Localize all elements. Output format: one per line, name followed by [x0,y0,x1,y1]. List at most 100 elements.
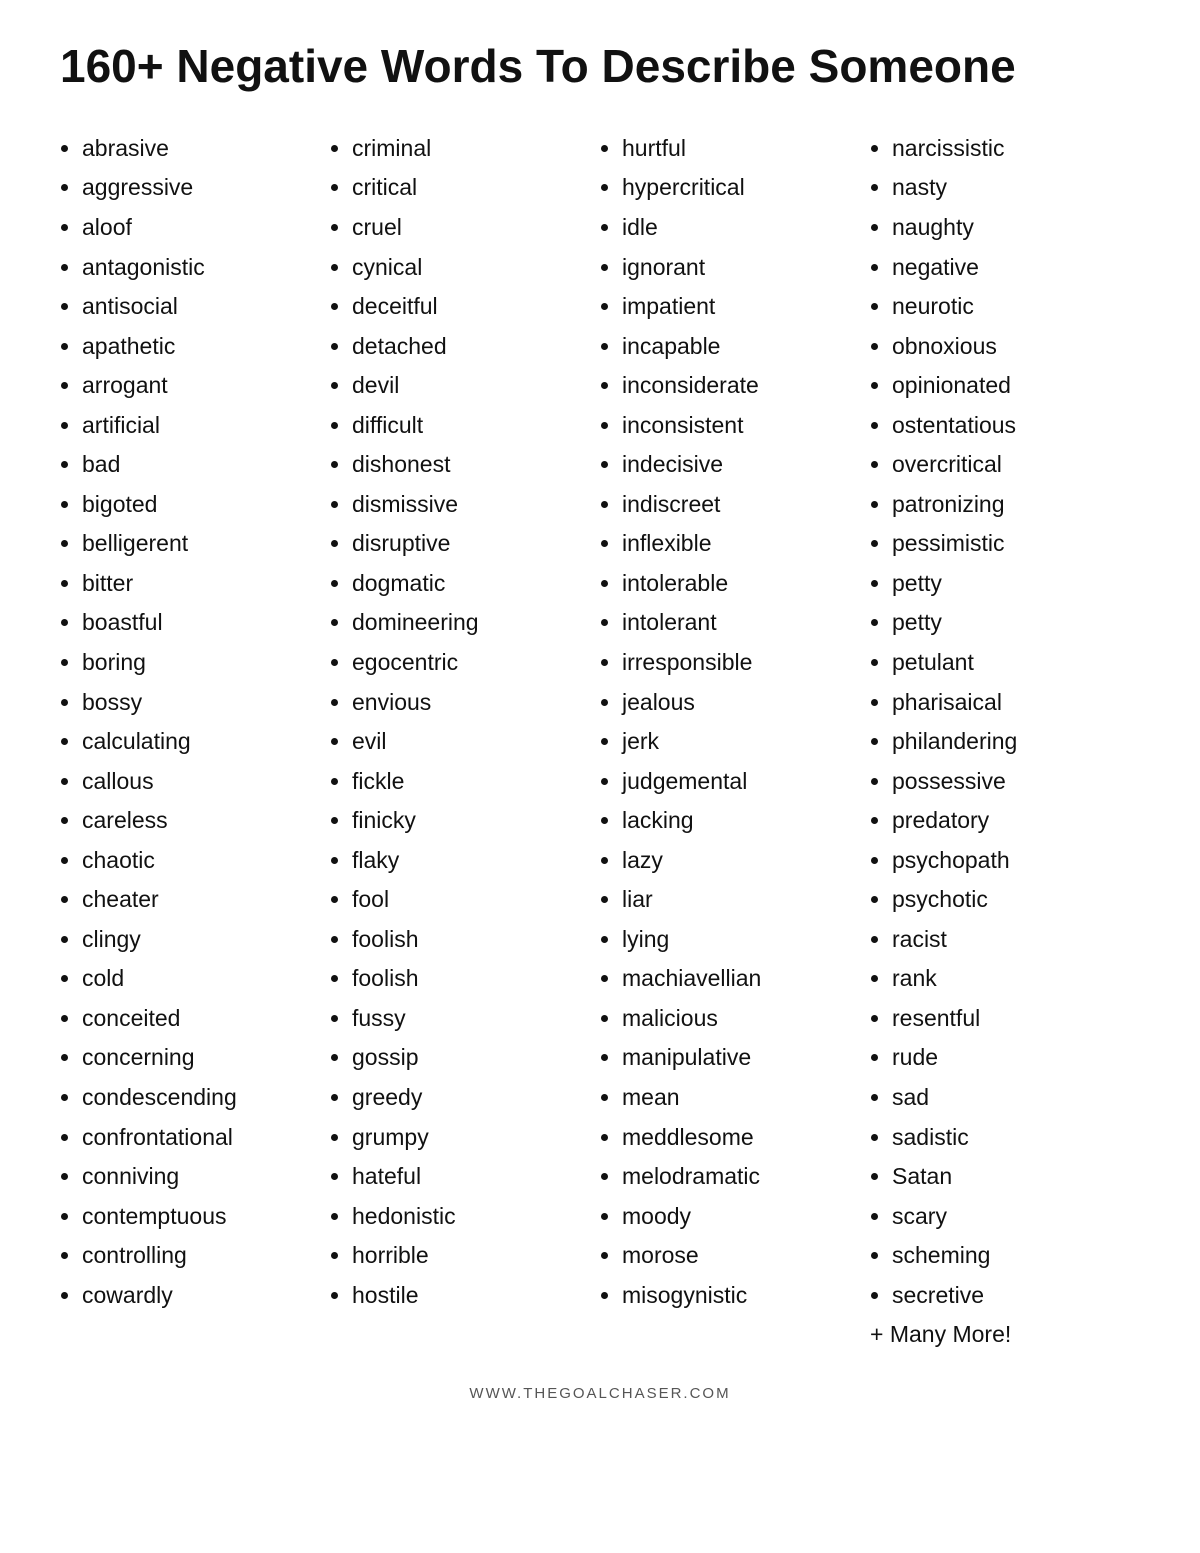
list-item: meddlesome [622,1118,860,1158]
list-item: abrasive [82,129,320,169]
list-item: pessimistic [892,524,1130,564]
column-2: criminalcriticalcruelcynicaldeceitfuldet… [330,129,600,1355]
list-item: flaky [352,841,590,881]
list-item: cynical [352,248,590,288]
list-item: inconsiderate [622,366,860,406]
list-item: condescending [82,1078,320,1118]
list-item: hostile [352,1276,590,1316]
list-item: greedy [352,1078,590,1118]
column-1: abrasiveaggressivealoofantagonisticantis… [60,129,330,1355]
list-item: finicky [352,801,590,841]
list-item: melodramatic [622,1157,860,1197]
list-item: egocentric [352,643,590,683]
list-item: clingy [82,920,320,960]
list-item: sad [892,1078,1130,1118]
list-item: psychotic [892,880,1130,920]
list-item: predatory [892,801,1130,841]
list-item: misogynistic [622,1276,860,1316]
list-item: callous [82,762,320,802]
list-item: negative [892,248,1130,288]
list-item: ostentatious [892,406,1130,446]
list-item: philandering [892,722,1130,762]
list-item: cheater [82,880,320,920]
list-item: scheming [892,1236,1130,1276]
list-item: possessive [892,762,1130,802]
list-item: psychopath [892,841,1130,881]
list-item: lacking [622,801,860,841]
list-item: liar [622,880,860,920]
list-item: malicious [622,999,860,1039]
list-item: neurotic [892,287,1130,327]
footer: WWW.THEGOALCHASER.COM [60,1385,1140,1402]
list-item: conniving [82,1157,320,1197]
list-item: bad [82,445,320,485]
list-item: ignorant [622,248,860,288]
list-item: obnoxious [892,327,1130,367]
column-3: hurtfulhypercriticalidleignorantimpatien… [600,129,870,1355]
list-item: racist [892,920,1130,960]
list-item: chaotic [82,841,320,881]
list-item: lazy [622,841,860,881]
list-item: judgemental [622,762,860,802]
list-item: aggressive [82,168,320,208]
list-item: devil [352,366,590,406]
list-item: bitter [82,564,320,604]
list-item: lying [622,920,860,960]
list-item: cowardly [82,1276,320,1316]
list-item: inconsistent [622,406,860,446]
list-item: opinionated [892,366,1130,406]
list-item: hurtful [622,129,860,169]
list-item: nasty [892,168,1130,208]
list-item: moody [622,1197,860,1237]
list-item: petulant [892,643,1130,683]
list-item: foolish [352,920,590,960]
list-item: intolerant [622,603,860,643]
list-item: incapable [622,327,860,367]
list-item: cruel [352,208,590,248]
page-title: 160+ Negative Words To Describe Someone [60,40,1140,93]
list-item: difficult [352,406,590,446]
list-item: grumpy [352,1118,590,1158]
list-item: concerning [82,1038,320,1078]
list-item: criminal [352,129,590,169]
list-item: indiscreet [622,485,860,525]
list-item: morose [622,1236,860,1276]
columns-container: abrasiveaggressivealoofantagonisticantis… [60,129,1140,1355]
plus-more-label: + Many More! [870,1315,1130,1355]
list-item: impatient [622,287,860,327]
list-item: petty [892,603,1130,643]
list-item: petty [892,564,1130,604]
list-item: dismissive [352,485,590,525]
list-item: jerk [622,722,860,762]
list-item: intolerable [622,564,860,604]
list-item: secretive [892,1276,1130,1316]
list-item: calculating [82,722,320,762]
list-item: arrogant [82,366,320,406]
list-item: confrontational [82,1118,320,1158]
list-item: foolish [352,959,590,999]
list-item: detached [352,327,590,367]
list-item: idle [622,208,860,248]
list-item: aloof [82,208,320,248]
list-item: careless [82,801,320,841]
list-item: scary [892,1197,1130,1237]
list-item: narcissistic [892,129,1130,169]
list-item: resentful [892,999,1130,1039]
list-item: horrible [352,1236,590,1276]
list-item: belligerent [82,524,320,564]
list-item: envious [352,683,590,723]
list-item: rank [892,959,1130,999]
list-item: evil [352,722,590,762]
list-item: boastful [82,603,320,643]
list-item: Satan [892,1157,1130,1197]
list-item: contemptuous [82,1197,320,1237]
list-item: domineering [352,603,590,643]
list-item: hedonistic [352,1197,590,1237]
list-item: controlling [82,1236,320,1276]
list-item: bigoted [82,485,320,525]
list-item: hateful [352,1157,590,1197]
list-item: antagonistic [82,248,320,288]
list-item: fussy [352,999,590,1039]
list-item: rude [892,1038,1130,1078]
list-item: dishonest [352,445,590,485]
